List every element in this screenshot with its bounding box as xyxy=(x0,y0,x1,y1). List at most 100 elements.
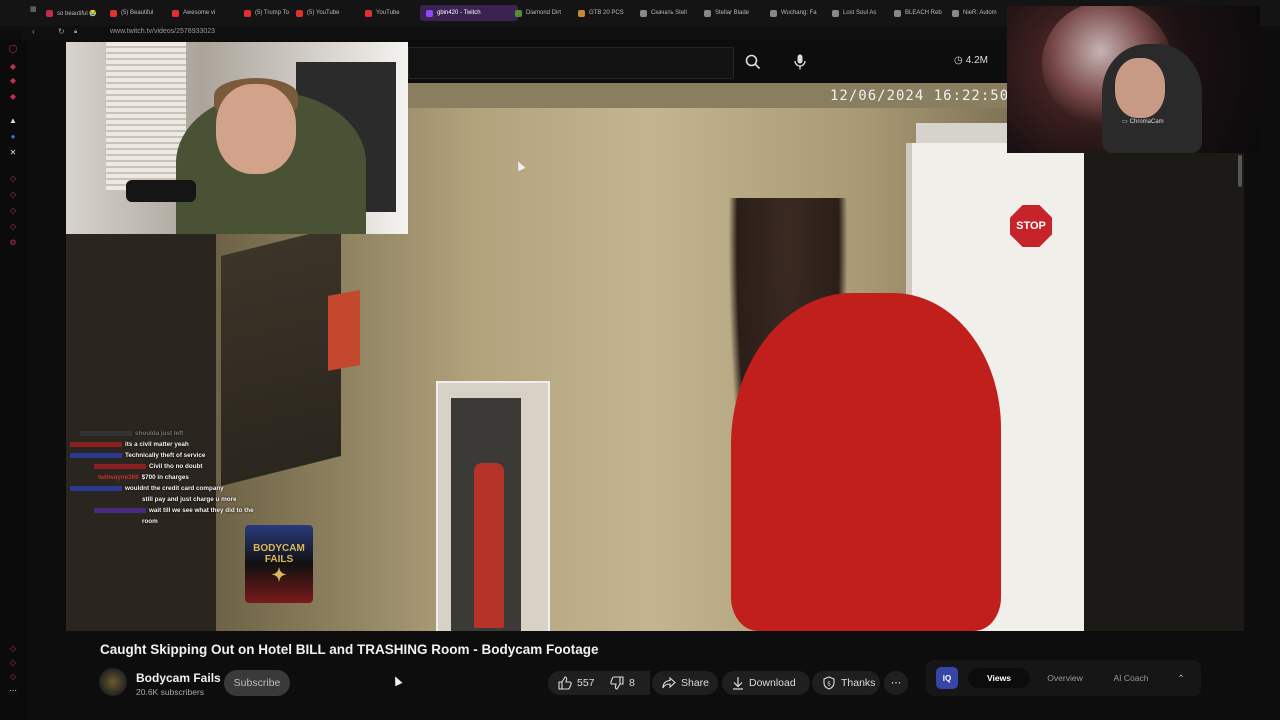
video-title: Caught Skipping Out on Hotel BILL and TR… xyxy=(100,642,599,657)
tab-label: (5) Beautiful xyxy=(121,10,154,16)
search-button[interactable] xyxy=(733,47,773,77)
tab-favicon-icon xyxy=(515,9,522,17)
webcam-frame xyxy=(1115,58,1165,118)
browser-tab[interactable]: YouTube xyxy=(365,5,417,21)
sidebar-app-icon[interactable]: ◆ xyxy=(8,76,18,86)
tab-ai-coach[interactable]: AI Coach xyxy=(1102,668,1160,688)
sidebar-app-icon[interactable]: ◇ xyxy=(8,206,18,216)
chat-text: Technically theft of service xyxy=(125,452,206,459)
tab-overview[interactable]: Overview xyxy=(1036,668,1094,688)
subscribe-button[interactable]: Subscribe xyxy=(224,670,290,696)
tab-label: GTB 20 PCS xyxy=(589,10,624,16)
page-scrollbar[interactable] xyxy=(1238,155,1242,187)
thanks-button[interactable]: $ Thanks xyxy=(812,671,880,695)
messenger-icon[interactable]: ● xyxy=(8,132,18,142)
browser-tab[interactable]: GTB 20 PCS xyxy=(578,5,636,21)
tab-label: (5) Trump To xyxy=(255,10,289,16)
thanks-label: Thanks xyxy=(841,677,876,689)
share-button[interactable]: Share xyxy=(652,671,718,695)
sidebar-app-icon[interactable]: ◆ xyxy=(8,62,18,72)
more-icon[interactable]: ⋯ xyxy=(8,686,18,696)
video-frame xyxy=(731,293,1001,631)
chat-message: Civil tho no doubt xyxy=(70,461,260,472)
channel-name[interactable]: Bodycam Fails xyxy=(136,671,221,685)
chat-message: wait till we see what they did to the xyxy=(70,505,260,516)
x-icon[interactable]: ✕ xyxy=(8,148,18,158)
chat-username xyxy=(80,431,132,436)
dislike-button[interactable]: 8 xyxy=(600,671,650,695)
chat-message: its a civil matter yeah xyxy=(70,439,260,450)
browser-tab[interactable]: gbin420 - Twitch xyxy=(420,5,518,21)
sidebar-app-icon[interactable]: ◇ xyxy=(8,672,18,682)
sidebar-app-icon[interactable]: ◆ xyxy=(8,92,18,102)
tab-label: YouTube xyxy=(376,10,400,16)
browser-tab[interactable]: Awesome vi xyxy=(172,5,240,21)
webcam-frame xyxy=(216,84,296,174)
browser-tab[interactable]: Diamond Dirt xyxy=(515,5,573,21)
tab-label: Awesome vi xyxy=(183,10,216,16)
sidebar-app-icon[interactable]: ◇ xyxy=(8,644,18,654)
tab-views[interactable]: Views xyxy=(968,668,1030,688)
chat-username xyxy=(70,486,122,491)
more-actions-button[interactable]: ⋯ xyxy=(884,671,908,695)
microphone-icon xyxy=(794,54,806,70)
voice-search-button[interactable] xyxy=(788,50,812,74)
share-icon xyxy=(662,677,676,689)
mouse-cursor xyxy=(391,674,403,687)
collapse-chevron-icon[interactable]: ⌃ xyxy=(1172,668,1190,688)
chat-message: Technically theft of service xyxy=(70,450,260,461)
webcam-frame xyxy=(106,42,186,192)
download-button[interactable]: Download xyxy=(722,671,810,695)
eagle-icon: ✦ xyxy=(271,565,287,585)
opera-logo-icon[interactable]: ◯ xyxy=(8,44,18,54)
reload-icon[interactable]: ↻ xyxy=(58,27,65,36)
tab-label: Lost Soul As xyxy=(843,10,877,16)
browser-tab[interactable]: BLEACH Reb xyxy=(894,5,950,21)
sidebar-app-icon[interactable]: ◇ xyxy=(8,222,18,232)
browser-tab[interactable]: (5) Beautiful xyxy=(110,5,168,21)
browser-tab[interactable]: so beautiful 😭 xyxy=(46,5,106,21)
chat-message: wouldnt the credit card company xyxy=(70,483,260,494)
tab-favicon-icon xyxy=(770,9,777,17)
browser-tab[interactable]: Stellar Blade xyxy=(704,5,766,21)
browser-tab[interactable]: (5) YouTube xyxy=(296,5,362,21)
url-text[interactable]: www.twitch.tv/videos/2578933023 xyxy=(110,28,215,35)
svg-text:$: $ xyxy=(827,681,831,688)
browser-sidebar: ◯ ◆ ◆ ◆ ▲ ● ✕ ◇ ◇ ◇ ◇ ⚙ ◇ ◇ ◇ ⋯ xyxy=(0,40,26,720)
sidebar-app-icon[interactable]: ◇ xyxy=(8,190,18,200)
bodycam-fails-logo: BODYCAM FAILS ✦ xyxy=(245,525,313,603)
view-count-badge: ◷ 4.2M xyxy=(954,55,988,66)
tab-label: (5) YouTube xyxy=(307,10,340,16)
download-icon xyxy=(733,677,743,690)
back-icon[interactable]: ‹ xyxy=(32,27,35,36)
window-menu-icon[interactable]: ▦ xyxy=(30,5,37,13)
channel-avatar[interactable] xyxy=(99,668,127,696)
thanks-icon: $ xyxy=(823,676,835,690)
more-icon: ⋯ xyxy=(890,677,902,689)
chat-message: still pay and just charge u more xyxy=(70,494,260,505)
tab-favicon-icon xyxy=(110,9,117,17)
chat-text: wait till we see what they did to the xyxy=(149,507,254,514)
search-input[interactable] xyxy=(408,47,734,79)
sidebar-app-icon[interactable]: ▲ xyxy=(8,116,18,126)
browser-tab[interactable]: Wuchang: Fa xyxy=(770,5,828,21)
chat-message: shoulda just left xyxy=(70,428,260,439)
chat-message: twitwayne369 $700 in charges xyxy=(70,472,260,483)
chat-username xyxy=(70,453,122,458)
chat-text: Civil tho no doubt xyxy=(149,463,203,470)
tab-favicon-icon xyxy=(244,9,251,17)
browser-tab[interactable]: NieR: Autom xyxy=(952,5,1008,21)
webcam-frame xyxy=(126,180,196,202)
dislike-count: 8 xyxy=(629,677,635,689)
settings-icon[interactable]: ⚙ xyxy=(8,238,18,248)
vidiq-logo-icon[interactable]: IQ xyxy=(936,667,958,689)
chat-username xyxy=(94,464,146,469)
tab-favicon-icon xyxy=(640,9,647,17)
tab-label: Stellar Blade xyxy=(715,10,750,16)
lock-icon: 🔒︎ xyxy=(74,29,78,35)
sidebar-app-icon[interactable]: ◇ xyxy=(8,174,18,184)
browser-tab[interactable]: Скачать Stell xyxy=(640,5,700,21)
sidebar-app-icon[interactable]: ◇ xyxy=(8,658,18,668)
browser-tab[interactable]: (5) Trump To xyxy=(244,5,292,21)
browser-tab[interactable]: Lost Soul As xyxy=(832,5,890,21)
